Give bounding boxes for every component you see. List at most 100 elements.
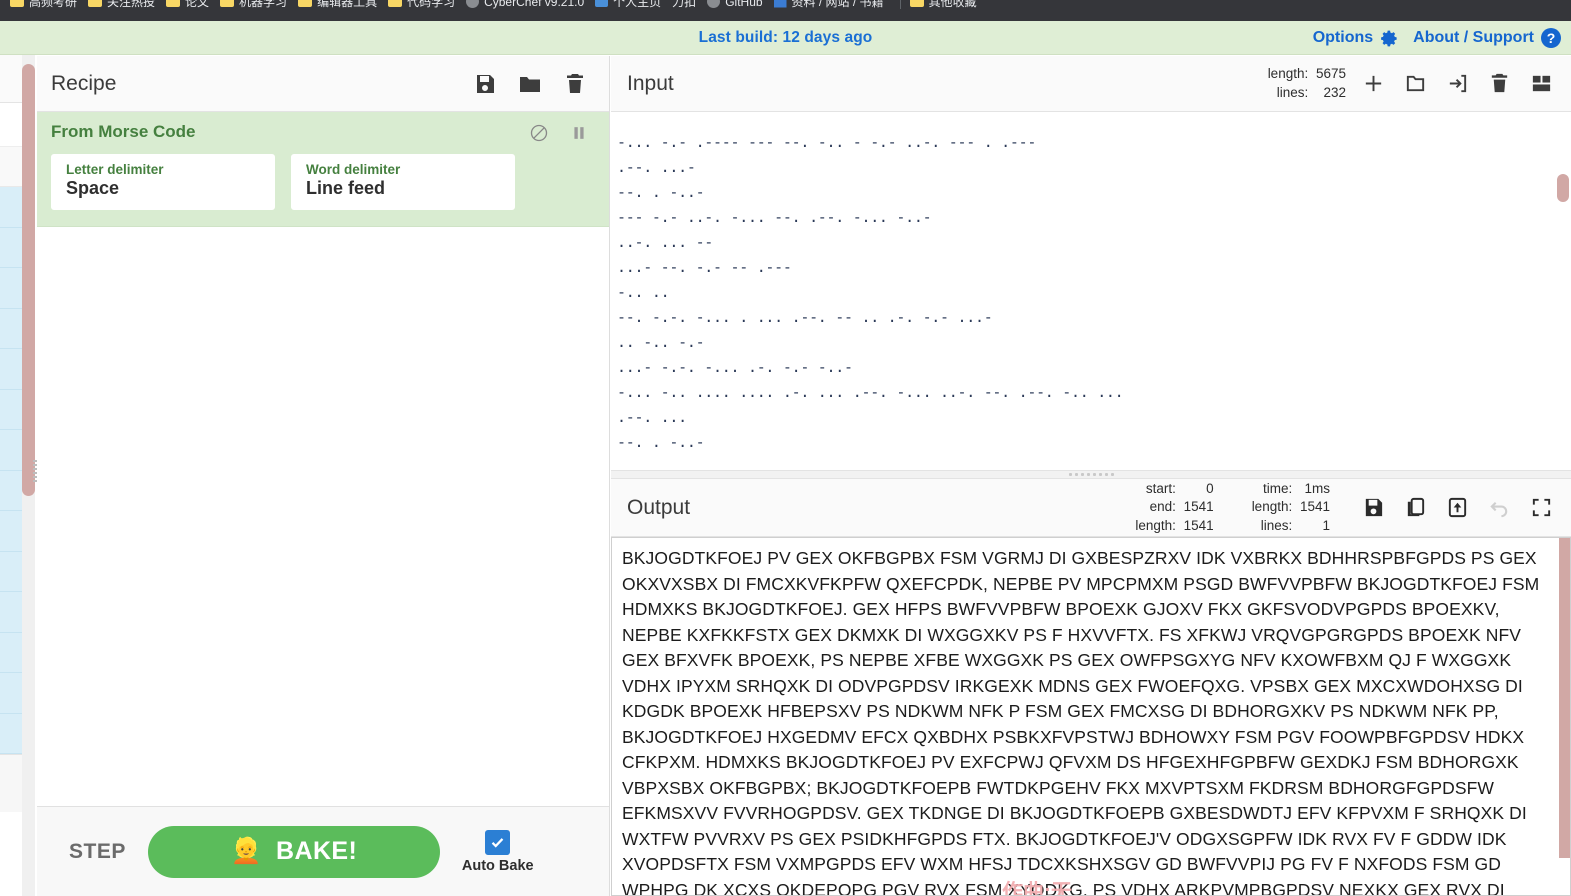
- bookmark-label: 资料 / 网站 / 书籍: [791, 0, 884, 9]
- about-support-label: About / Support: [1413, 29, 1534, 46]
- bake-label: BAKE!: [276, 837, 358, 865]
- folder-icon[interactable]: [518, 72, 542, 96]
- operation-list-item[interactable]: [0, 308, 24, 349]
- folder-icon: [220, 0, 235, 7]
- options-label: Options: [1312, 29, 1374, 46]
- operation-list-item[interactable]: [0, 389, 24, 430]
- operation-list-item[interactable]: [0, 713, 24, 754]
- splitter-grip-icon: [1068, 473, 1114, 476]
- open-file-icon[interactable]: [1446, 72, 1469, 95]
- output-body[interactable]: BKJOGDTKFOEJ PV GEX OKFBGPBX FSM VGRMJ D…: [611, 537, 1571, 896]
- copy-icon[interactable]: [1404, 496, 1427, 519]
- operation-list-item[interactable]: [0, 673, 24, 714]
- trash-icon[interactable]: [563, 72, 587, 96]
- recipe-operation[interactable]: From Morse Code Letter delimiter Space W…: [37, 112, 609, 227]
- input-scrollbar-track[interactable]: [1557, 116, 1569, 476]
- output-panel: Output start: 0 end: 1541 length: 1541 t…: [611, 479, 1571, 896]
- bookmark-label: 高频考研: [29, 0, 78, 9]
- argument-value[interactable]: Line feed: [306, 178, 502, 199]
- argument-value[interactable]: Space: [66, 178, 262, 199]
- bookmark-label: 代码学习: [407, 0, 456, 9]
- operation-list-item[interactable]: [0, 187, 24, 228]
- recipe-title-bar: Recipe: [37, 56, 609, 112]
- output-scrollbar-thumb[interactable]: [1559, 538, 1570, 858]
- replace-input-icon[interactable]: [1446, 496, 1469, 519]
- auto-bake-checkbox[interactable]: [485, 829, 511, 855]
- output-textarea[interactable]: BKJOGDTKFOEJ PV GEX OKFBGPBX FSM VGRMJ D…: [612, 538, 1570, 895]
- bookmark-item[interactable]: 编辑器工具: [296, 0, 386, 10]
- bookmark-label: 编辑器工具: [317, 0, 378, 9]
- operation-list-item[interactable]: [0, 430, 24, 471]
- bookmark-item[interactable]: 论文: [164, 0, 218, 10]
- save-icon[interactable]: [1362, 496, 1385, 519]
- bookmark-label: 关注热投: [107, 0, 156, 9]
- operation-list-item[interactable]: [0, 511, 24, 552]
- operation-name: From Morse Code: [51, 122, 196, 141]
- trash-icon[interactable]: [1488, 72, 1511, 95]
- output-title-bar: Output start: 0 end: 1541 length: 1541 t…: [611, 479, 1571, 537]
- input-textarea[interactable]: -... -.- .---- --- --. -.. - -.- ..-. --…: [611, 112, 1571, 480]
- bake-button[interactable]: 👱 BAKE!: [147, 825, 440, 878]
- bookmark-item[interactable]: 力扣: [670, 0, 705, 10]
- output-time-key: time:: [1262, 481, 1293, 497]
- output-title: Output: [627, 495, 691, 519]
- banner-actions: Options About / Support ?: [1313, 21, 1561, 55]
- github-icon: [707, 0, 721, 8]
- operation-list-item[interactable]: [0, 227, 24, 268]
- app-banner: Last build: 12 days ago Options About / …: [0, 21, 1571, 55]
- operation-list-item[interactable]: [0, 470, 24, 511]
- output-start-value: 0: [1206, 481, 1214, 497]
- operation-list-item[interactable]: [0, 268, 24, 309]
- operations-favourites-header[interactable]: [0, 103, 24, 147]
- tabs-icon[interactable]: [1530, 72, 1553, 95]
- recipe-controls-bar: STEP 👱 BAKE! Auto Bake: [37, 806, 609, 896]
- input-panel: Input length: 5675 lines: 232 -... -.- .…: [611, 56, 1571, 480]
- output-scrollbar-track[interactable]: [1559, 538, 1570, 895]
- operations-search-input[interactable]: [0, 55, 24, 103]
- disable-icon[interactable]: [529, 123, 549, 143]
- about-support-button[interactable]: About / Support ?: [1413, 28, 1561, 48]
- bookmark-item[interactable]: 资料 / 网站 / 书籍: [772, 0, 893, 10]
- input-length-key: length:: [1267, 66, 1309, 82]
- operation-list-item[interactable]: [0, 632, 24, 673]
- output-stats-left: start: 0 end: 1541 length: 1541: [1135, 480, 1213, 535]
- bookmark-item[interactable]: 代码学习: [386, 0, 464, 10]
- input-lines-value: 232: [1323, 84, 1346, 100]
- output-time-value: 1ms: [1304, 481, 1330, 497]
- bookmark-item[interactable]: GitHub: [705, 0, 771, 9]
- bookmark-item[interactable]: 高频考研: [8, 0, 86, 10]
- pause-icon[interactable]: [569, 123, 589, 143]
- input-scrollbar-thumb[interactable]: [1557, 174, 1569, 202]
- add-tab-icon[interactable]: [1362, 72, 1385, 95]
- recipe-panel: Recipe From Morse Code Letter delimiter …: [37, 56, 610, 896]
- operation-list-item[interactable]: [0, 551, 24, 592]
- argument-word-delimiter[interactable]: Word delimiter Line feed: [291, 154, 515, 210]
- argument-label: Letter delimiter: [66, 162, 164, 177]
- operations-category-header[interactable]: [0, 147, 24, 187]
- maximise-icon[interactable]: [1530, 496, 1553, 519]
- bookmark-item[interactable]: 关注热投: [86, 0, 164, 10]
- operations-scrollbar-thumb[interactable]: [22, 64, 35, 496]
- bookmark-item-cyberchef[interactable]: CyberChef v9.21.0: [464, 0, 593, 9]
- save-icon[interactable]: [473, 72, 497, 96]
- bookmark-item[interactable]: 其他收藏: [908, 0, 986, 10]
- output-start-key: start:: [1145, 481, 1176, 497]
- bookmark-item[interactable]: 个人主页: [593, 0, 670, 10]
- bookmark-label: 个人主页: [613, 0, 662, 9]
- input-output-splitter[interactable]: [611, 470, 1571, 479]
- step-button[interactable]: STEP: [55, 840, 126, 864]
- argument-letter-delimiter[interactable]: Letter delimiter Space: [51, 154, 275, 210]
- recipe-operation-list[interactable]: From Morse Code Letter delimiter Space W…: [37, 112, 609, 806]
- undo-icon: [1490, 501, 1508, 518]
- bookmark-item[interactable]: 机器学习: [218, 0, 296, 10]
- operation-list-item[interactable]: [0, 349, 24, 390]
- open-folder-icon[interactable]: [1404, 72, 1427, 95]
- output-length2-value: 1541: [1299, 499, 1330, 515]
- gear-icon: [1381, 30, 1397, 46]
- browser-bookmark-bar: 高频考研 关注热投 论文 机器学习 编辑器工具 代码学习 CyberChef v…: [0, 0, 1571, 21]
- operations-sidebar[interactable]: [0, 55, 24, 896]
- check-icon: [491, 837, 504, 848]
- auto-bake-toggle[interactable]: Auto Bake: [462, 829, 534, 874]
- options-button[interactable]: Options: [1313, 29, 1399, 48]
- operation-list-item[interactable]: [0, 592, 24, 633]
